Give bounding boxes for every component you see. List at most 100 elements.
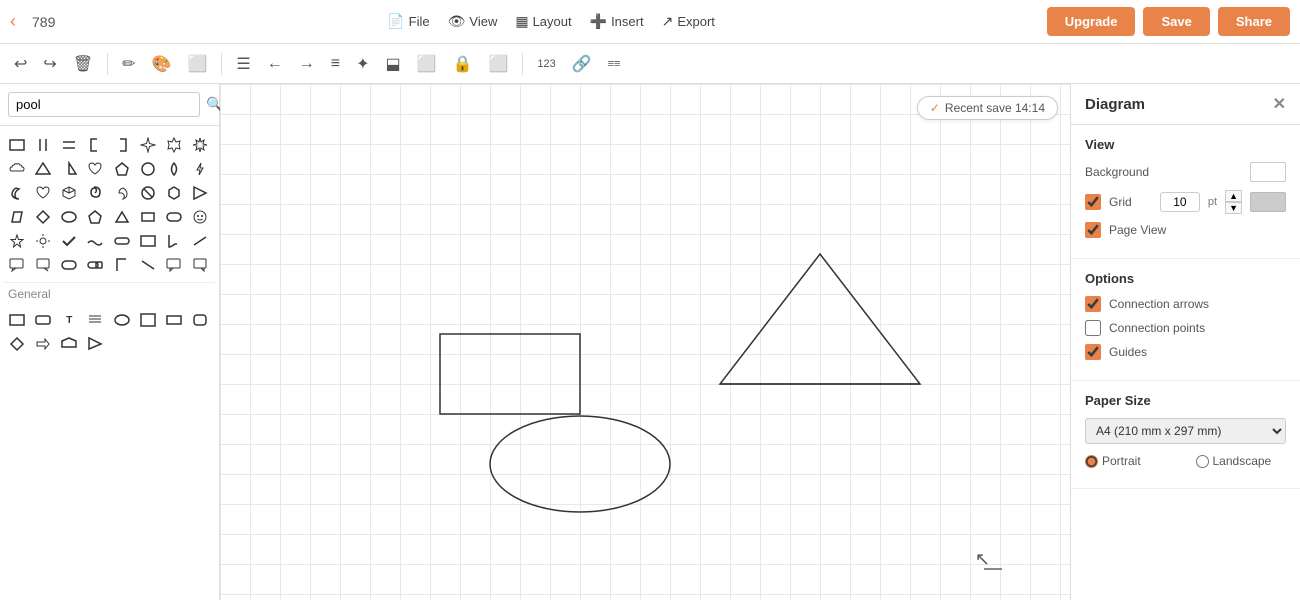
arrow-left-button[interactable]: ← xyxy=(261,51,289,77)
shape-roundrect2[interactable] xyxy=(58,254,80,276)
gen-oval[interactable] xyxy=(111,309,133,331)
connection-points-checkbox[interactable] xyxy=(1085,320,1101,336)
redo-button[interactable]: ↪ xyxy=(37,50,62,78)
back-arrow[interactable]: ‹ xyxy=(10,11,16,32)
shape-roundrect[interactable] xyxy=(163,206,185,228)
shape-callout2[interactable] xyxy=(32,254,54,276)
shape-bracket-r[interactable] xyxy=(111,134,133,156)
shape-lshape[interactable] xyxy=(163,230,185,252)
shape-rtriangle2[interactable] xyxy=(189,182,211,204)
size-button[interactable]: 123 xyxy=(531,54,561,74)
shape-triangle2[interactable] xyxy=(111,206,133,228)
nav-export[interactable]: ↗ Export xyxy=(662,13,715,30)
align-button[interactable]: ☰ xyxy=(230,50,256,78)
landscape-option[interactable]: Landscape xyxy=(1196,454,1287,468)
shape-lshape2[interactable] xyxy=(111,254,133,276)
grid-value-input[interactable] xyxy=(1160,192,1200,212)
shape-button[interactable]: ⬜ xyxy=(181,50,213,78)
canvas-area[interactable]: ✓ Recent save 14:14 ↖ xyxy=(220,84,1070,600)
shape-arrow-callout2[interactable] xyxy=(189,254,211,276)
grid-up-button[interactable]: ▲ xyxy=(1225,190,1242,202)
shape-arrow-callout[interactable] xyxy=(163,254,185,276)
save-button[interactable]: Save xyxy=(1143,7,1209,36)
grid-checkbox[interactable] xyxy=(1085,194,1101,210)
shape-heart[interactable] xyxy=(84,158,106,180)
align-center-button[interactable]: ≡ xyxy=(325,51,346,77)
gen-rtriangle[interactable] xyxy=(84,333,106,355)
shape-hline[interactable] xyxy=(58,134,80,156)
landscape-radio[interactable] xyxy=(1196,455,1209,468)
delete-button[interactable]: 🗑 xyxy=(67,50,99,78)
nav-layout[interactable]: ▦ Layout xyxy=(515,13,571,30)
gen-arrow-r[interactable] xyxy=(32,333,54,355)
shape-sun[interactable] xyxy=(32,230,54,252)
shape-wave[interactable] xyxy=(84,230,106,252)
right-panel-close[interactable]: ✕ xyxy=(1273,94,1286,114)
gen-rhombus[interactable] xyxy=(6,333,28,355)
pencil-button[interactable]: ✏ xyxy=(116,50,141,78)
lock-button[interactable]: 🔒 xyxy=(447,50,479,78)
portrait-radio[interactable] xyxy=(1085,455,1098,468)
shape-bracket-l[interactable] xyxy=(84,134,106,156)
page-view-checkbox[interactable] xyxy=(1085,222,1101,238)
shape-hexagon[interactable] xyxy=(163,182,185,204)
arrow-right-button[interactable]: → xyxy=(293,51,321,77)
clear-button[interactable]: ⬜ xyxy=(411,50,443,78)
shape-spiral[interactable] xyxy=(84,182,106,204)
shape-star-6[interactable] xyxy=(163,134,185,156)
undo-button[interactable]: ↩ xyxy=(8,50,33,78)
shape-rect2[interactable] xyxy=(137,206,159,228)
shape-pentagon2[interactable] xyxy=(84,206,106,228)
shape-pentagon[interactable] xyxy=(111,158,133,180)
shape-rectangle[interactable] xyxy=(6,134,28,156)
waypoint-button[interactable]: ✦ xyxy=(350,50,375,78)
search-input[interactable] xyxy=(8,92,200,117)
shape-pill2[interactable] xyxy=(84,254,106,276)
nav-insert[interactable]: ➕ Insert xyxy=(590,13,644,30)
shape-rhombus[interactable] xyxy=(32,206,54,228)
shape-moon[interactable] xyxy=(6,182,28,204)
background-color-picker[interactable] xyxy=(1250,162,1286,182)
gen-label[interactable] xyxy=(84,309,106,331)
gen-text[interactable]: T xyxy=(58,309,80,331)
gen-rect[interactable] xyxy=(6,309,28,331)
gen-rect3[interactable] xyxy=(137,309,159,331)
shape-vline[interactable] xyxy=(32,134,54,156)
gen-rect5[interactable] xyxy=(189,309,211,331)
shape-callout[interactable] xyxy=(6,254,28,276)
grid-down-button[interactable]: ▼ xyxy=(1225,202,1242,214)
guides-checkbox[interactable] xyxy=(1085,344,1101,360)
shape-cube[interactable] xyxy=(58,182,80,204)
fill-button[interactable]: 🎨 xyxy=(146,50,178,78)
shape-star5[interactable] xyxy=(6,230,28,252)
share-button[interactable]: Share xyxy=(1218,7,1290,36)
shape-heart2[interactable] xyxy=(32,182,54,204)
shape-circle[interactable] xyxy=(137,158,159,180)
shape-oval[interactable] xyxy=(58,206,80,228)
shape-moon2[interactable] xyxy=(111,182,133,204)
shape-parallel[interactable] xyxy=(6,206,28,228)
portrait-option[interactable]: Portrait xyxy=(1085,454,1176,468)
shape-line2[interactable] xyxy=(137,254,159,276)
connection-arrows-checkbox[interactable] xyxy=(1085,296,1101,312)
format-button[interactable]: ≡≡ xyxy=(602,54,627,74)
gen-pentagon[interactable] xyxy=(58,333,80,355)
shape-check[interactable] xyxy=(58,230,80,252)
shape-line1[interactable] xyxy=(189,230,211,252)
shape-triangle[interactable] xyxy=(32,158,54,180)
nav-file[interactable]: 📄 File xyxy=(387,13,429,30)
gen-rect2[interactable] xyxy=(32,309,54,331)
shape-star-4[interactable] xyxy=(137,134,159,156)
copy-button[interactable]: ⬓ xyxy=(379,50,406,78)
paper-size-select[interactable]: A4 (210 mm x 297 mm) A3 (297 mm x 420 mm… xyxy=(1085,418,1286,444)
shape-pill[interactable] xyxy=(111,230,133,252)
link-button[interactable]: 🔗 xyxy=(566,50,598,78)
shape-rect3[interactable] xyxy=(137,230,159,252)
nav-view[interactable]: 👁 View xyxy=(448,13,498,30)
grid-color-picker[interactable] xyxy=(1250,192,1286,212)
shape-cloud[interactable] xyxy=(6,158,28,180)
shape-drop[interactable] xyxy=(163,158,185,180)
shape-rtriangle[interactable] xyxy=(58,158,80,180)
upgrade-button[interactable]: Upgrade xyxy=(1047,7,1136,36)
shape-lightning[interactable] xyxy=(189,158,211,180)
